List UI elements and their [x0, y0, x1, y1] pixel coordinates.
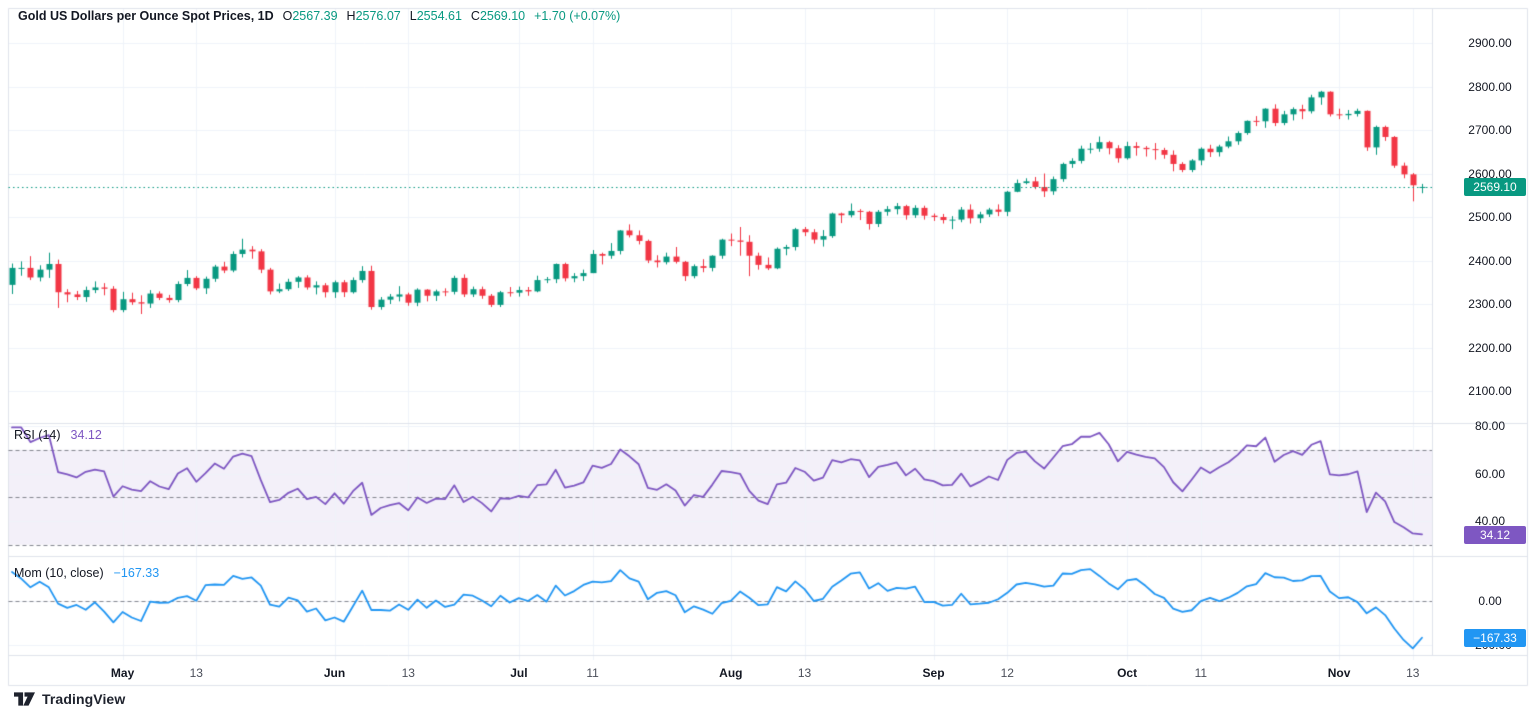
ohlc-high-label: H [347, 9, 356, 23]
ohlc-low-label: L [410, 9, 417, 23]
ohlc-close-value: 2569.10 [480, 9, 525, 23]
time-axis-label: May [111, 666, 134, 680]
time-axis-label: 11 [1195, 666, 1207, 680]
change-value: +1.70 (+0.07%) [534, 9, 620, 23]
rsi-value-tag: 34.12 [1464, 526, 1526, 544]
tradingview-logo[interactable]: TradingView [14, 691, 125, 707]
price-axis-tick: 2300.00 [1444, 297, 1536, 311]
candlestick-chart-canvas[interactable] [0, 0, 1536, 716]
momentum-label: Mom (10, close) [14, 566, 104, 580]
time-axis-label: Jun [324, 666, 345, 680]
time-axis-label: Aug [719, 666, 742, 680]
time-axis-label: 13 [798, 666, 811, 680]
rsi-value: 34.12 [71, 428, 102, 442]
rsi-label: RSI (14) [14, 428, 61, 442]
tradingview-logo-text: TradingView [42, 691, 125, 707]
mom-axis-tick: 0.00 [1444, 594, 1536, 608]
price-axis-tick: 2500.00 [1444, 210, 1536, 224]
momentum-value: −167.33 [114, 566, 160, 580]
symbol-title[interactable]: Gold US Dollars per Ounce Spot Prices, 1… [18, 9, 274, 23]
price-axis-tick: 2200.00 [1444, 341, 1536, 355]
momentum-legend[interactable]: Mom (10, close) −167.33 [14, 566, 159, 580]
rsi-axis-tick: 80.00 [1444, 419, 1536, 433]
price-axis-tick: 2400.00 [1444, 254, 1536, 268]
ohlc-high: H2576.07 [347, 9, 401, 23]
ohlc-close: C2569.10 [471, 9, 525, 23]
ohlc-open-label: O [283, 9, 293, 23]
time-axis-label: 13 [190, 666, 203, 680]
last-price-tag: 2569.10 [1464, 178, 1526, 196]
mom-value-tag: −167.33 [1464, 629, 1526, 647]
time-axis-label: Sep [923, 666, 945, 680]
time-axis-label: Nov [1328, 666, 1351, 680]
price-axis-tick: 2700.00 [1444, 123, 1536, 137]
ohlc-open: O2567.39 [283, 9, 338, 23]
time-axis-label: 11 [586, 666, 598, 680]
time-axis-label: Oct [1117, 666, 1137, 680]
time-axis-label: 13 [402, 666, 415, 680]
time-axis-label: 13 [1406, 666, 1419, 680]
tradingview-logo-icon [14, 692, 35, 706]
time-axis-label: 12 [1001, 666, 1014, 680]
price-axis-tick: 2800.00 [1444, 80, 1536, 94]
ohlc-close-label: C [471, 9, 480, 23]
tradingview-chart: Gold US Dollars per Ounce Spot Prices, 1… [0, 0, 1536, 716]
ohlc-low-value: 2554.61 [417, 9, 462, 23]
symbol-legend: Gold US Dollars per Ounce Spot Prices, 1… [18, 9, 620, 23]
time-axis-label: Jul [510, 666, 527, 680]
ohlc-high-value: 2576.07 [356, 9, 401, 23]
ohlc-open-value: 2567.39 [292, 9, 337, 23]
price-axis-tick: 2100.00 [1444, 384, 1536, 398]
ohlc-low: L2554.61 [410, 9, 462, 23]
price-axis-tick: 2900.00 [1444, 36, 1536, 50]
rsi-legend[interactable]: RSI (14) 34.12 [14, 428, 102, 442]
rsi-axis-tick: 60.00 [1444, 467, 1536, 481]
